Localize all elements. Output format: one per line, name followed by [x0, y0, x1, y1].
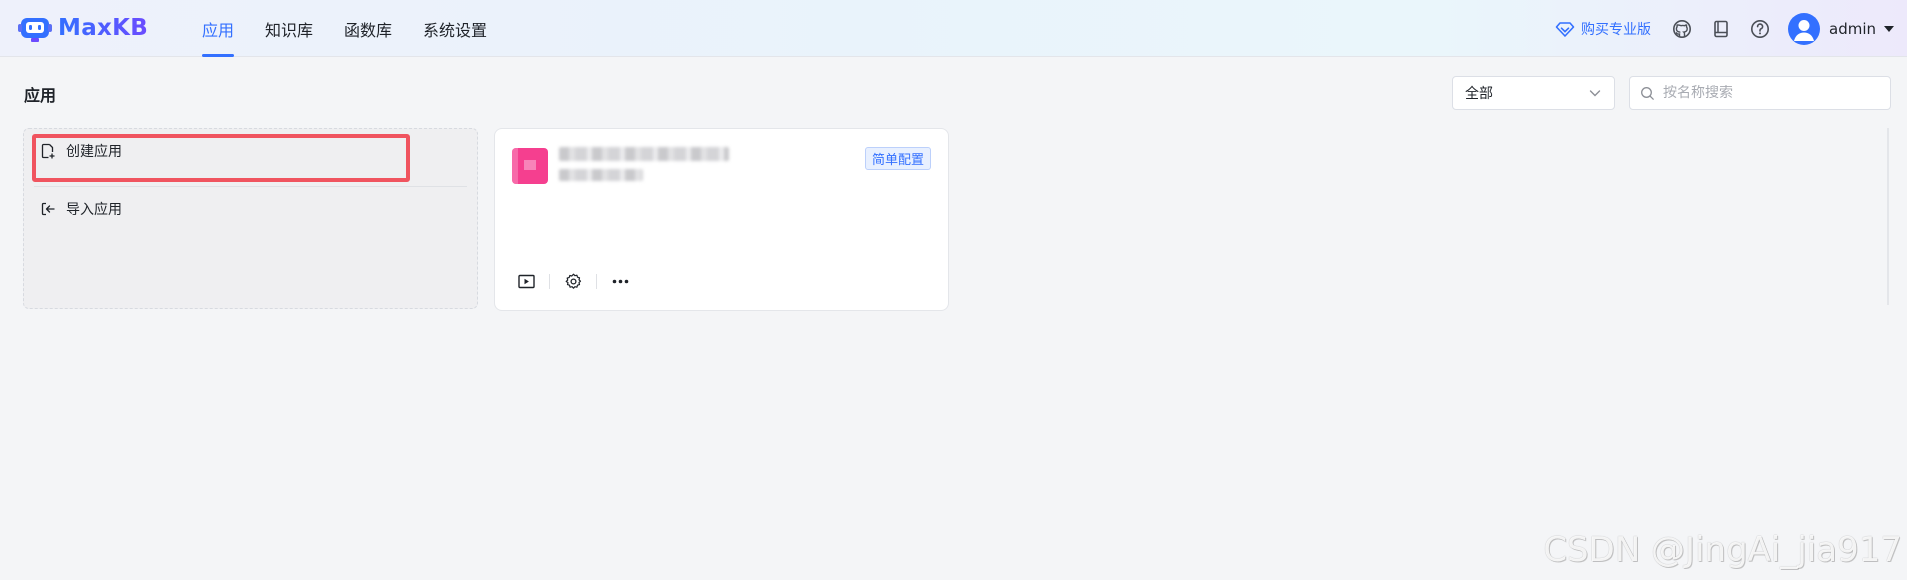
play-icon[interactable] [517, 272, 535, 290]
more-icon[interactable] [611, 272, 629, 290]
type-filter-select[interactable]: 全部 [1452, 76, 1615, 110]
app-type-tag: 简单配置 [864, 147, 931, 170]
watermark: CSDN @JingAi_jia917 [1543, 530, 1902, 570]
logo-text: MaxKB [58, 15, 149, 41]
search-icon [1641, 86, 1654, 100]
create-app-card: 创建应用 导入应用 [23, 128, 478, 309]
github-icon[interactable] [1671, 18, 1693, 40]
app-avatar [512, 148, 548, 184]
top-header: MaxKB 应用 知识库 函数库 系统设置 购买专业版 admin [0, 0, 1907, 57]
gear-icon[interactable] [564, 272, 582, 290]
app-desc-redacted [559, 169, 643, 181]
header-actions: 购买专业版 admin [1555, 0, 1907, 57]
help-icon[interactable] [1749, 18, 1771, 40]
buy-pro-label: 购买专业版 [1581, 21, 1651, 38]
document-icon[interactable] [1710, 18, 1732, 40]
scrollbar[interactable] [1887, 128, 1889, 305]
nav-item-settings[interactable]: 系统设置 [411, 0, 499, 57]
main-nav: 应用 知识库 函数库 系统设置 [190, 0, 506, 57]
caret-down-icon[interactable] [1884, 25, 1894, 32]
robot-logo-icon [18, 18, 52, 42]
logo[interactable]: MaxKB [18, 12, 148, 44]
search-box [1629, 76, 1891, 110]
nav-item-apps[interactable]: 应用 [190, 0, 246, 57]
card-actions [517, 272, 629, 290]
app-name-redacted [559, 147, 729, 161]
page-title: 应用 [24, 86, 57, 105]
separator [596, 273, 597, 289]
user-icon [1794, 19, 1814, 41]
chevron-down-icon [1589, 90, 1601, 97]
nav-item-knowledge[interactable]: 知识库 [253, 0, 325, 57]
import-app-label: 导入应用 [66, 202, 122, 218]
search-input[interactable] [1663, 85, 1873, 101]
filter-selected-value: 全部 [1465, 86, 1493, 102]
app-card[interactable]: 简单配置 [494, 128, 949, 311]
username[interactable]: admin [1829, 20, 1876, 38]
divider [34, 186, 467, 187]
buy-pro-link[interactable]: 购买专业版 [1555, 19, 1651, 39]
import-app-button[interactable]: 导入应用 [40, 199, 122, 219]
separator [549, 273, 550, 289]
nav-item-functions[interactable]: 函数库 [332, 0, 404, 57]
highlight-box [32, 134, 410, 182]
import-icon [41, 202, 55, 216]
avatar[interactable] [1788, 12, 1820, 45]
diamond-icon [1555, 21, 1575, 37]
